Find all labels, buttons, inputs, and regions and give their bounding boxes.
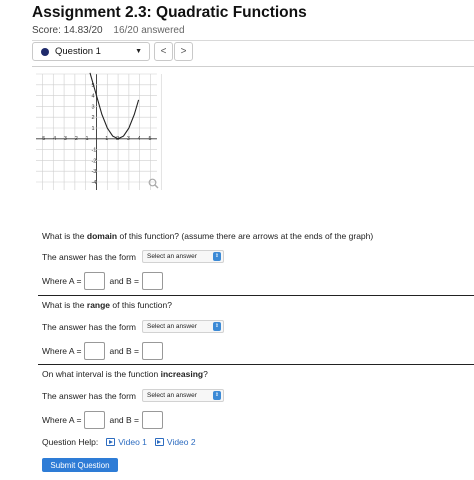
range-form-select-value: Select an answer — [147, 323, 197, 330]
function-graph: -5-4-3-2-11234554321-1-2-3-4-5 — [30, 72, 162, 200]
increasing-b-input[interactable] — [142, 411, 164, 429]
x-tick-label: 5 — [148, 136, 151, 142]
increasing-form-select[interactable]: Select an answer ⇕ — [142, 389, 225, 402]
domain-form-label: The answer has the form — [42, 251, 137, 262]
domain-keyword: domain — [86, 231, 118, 241]
domain-a-input[interactable] — [84, 272, 106, 290]
next-question-button[interactable]: > — [174, 42, 193, 61]
question-divider — [32, 66, 474, 67]
domain-a-label: Where A = — [42, 276, 82, 286]
question-help-label: Question Help: — [42, 437, 99, 447]
select-arrows-icon: ⇕ — [213, 391, 222, 400]
answered-count: 16/20 answered — [113, 25, 185, 36]
y-tick-label: 1 — [91, 126, 94, 132]
x-tick-label: -3 — [62, 136, 67, 142]
increasing-form-row: The answer has the form Select an answer… — [42, 389, 225, 402]
chevron-down-icon: ▼ — [135, 48, 142, 55]
y-tick-label: -4 — [91, 180, 96, 186]
question-select[interactable]: Question 1 ▼ — [32, 42, 150, 61]
increasing-question: On what interval is the function increas… — [42, 369, 208, 379]
increasing-question-post: ? — [203, 369, 208, 379]
x-tick-label: 3 — [127, 136, 130, 142]
increasing-question-pre: On what interval is the function — [42, 369, 161, 379]
video-1-link[interactable]: Video 1 — [106, 437, 147, 447]
x-tick-label: -5 — [40, 136, 45, 142]
increasing-keyword: increasing — [160, 369, 204, 379]
range-a-input[interactable] — [84, 342, 106, 360]
header-divider — [32, 40, 474, 41]
question-help: Question Help: Video 1 Video 2 — [42, 437, 196, 447]
score-line: Score: 14.83/20 16/20 answered — [32, 25, 185, 36]
play-icon — [154, 438, 164, 446]
range-ab-row: Where A = and B = — [42, 342, 164, 360]
x-tick-label: 1 — [105, 136, 108, 142]
domain-ab-row: Where A = and B = — [42, 272, 164, 290]
domain-b-label: and B = — [109, 276, 140, 286]
range-form-row: The answer has the form Select an answer… — [42, 320, 225, 333]
domain-question-pre: What is the — [42, 231, 87, 241]
x-tick-label: -4 — [51, 136, 56, 142]
range-question: What is the range of this function? — [42, 300, 172, 310]
range-form-select[interactable]: Select an answer ⇕ — [142, 320, 225, 333]
question-select-label: Question 1 — [55, 46, 101, 57]
parabola-curve — [89, 72, 140, 140]
increasing-b-label: and B = — [109, 415, 140, 425]
increasing-ab-row: Where A = and B = — [42, 411, 164, 429]
range-b-label: and B = — [109, 346, 140, 356]
increasing-form-select-value: Select an answer — [147, 392, 197, 399]
y-tick-label: -3 — [91, 169, 96, 175]
score-text: Score: 14.83/20 — [32, 25, 103, 36]
graph-svg: -5-4-3-2-11234554321-1-2-3-4-5 — [36, 72, 162, 200]
video-2-link[interactable]: Video 2 — [154, 437, 196, 447]
range-keyword: range — [86, 300, 111, 310]
domain-form-select[interactable]: Select an answer ⇕ — [142, 250, 225, 263]
y-tick-label: -2 — [91, 158, 96, 164]
x-tick-label: -2 — [73, 136, 78, 142]
range-a-label: Where A = — [42, 346, 82, 356]
video-2-label: Video 2 — [166, 437, 196, 447]
x-tick-label: 4 — [138, 136, 141, 142]
range-question-post: of this function? — [110, 300, 172, 310]
increasing-a-input[interactable] — [84, 411, 106, 429]
y-tick-label: 4 — [91, 94, 94, 100]
video-1-label: Video 1 — [118, 437, 147, 447]
y-tick-label: 3 — [91, 104, 94, 110]
range-form-label: The answer has the form — [42, 321, 137, 332]
domain-question: What is the domain of this function? (as… — [42, 231, 373, 241]
question-status-dot — [41, 47, 49, 56]
domain-question-post: of this function? (assume there are arro… — [117, 231, 374, 241]
previous-question-button[interactable]: < — [154, 42, 173, 61]
section-divider — [38, 295, 474, 296]
x-tick-label: -1 — [84, 136, 89, 142]
submit-question-button[interactable]: Submit Question — [42, 458, 118, 472]
y-tick-label: -1 — [91, 148, 96, 154]
range-question-pre: What is the — [42, 300, 87, 310]
domain-b-input[interactable] — [142, 272, 164, 290]
increasing-form-label: The answer has the form — [42, 390, 137, 401]
domain-form-row: The answer has the form Select an answer… — [42, 250, 225, 263]
select-arrows-icon: ⇕ — [213, 322, 222, 331]
increasing-a-label: Where A = — [42, 415, 82, 425]
select-arrows-icon: ⇕ — [213, 252, 222, 261]
play-icon — [106, 438, 116, 446]
assignment-title: Assignment 2.3: Quadratic Functions — [32, 4, 307, 21]
range-b-input[interactable] — [142, 342, 164, 360]
domain-form-select-value: Select an answer — [147, 253, 197, 260]
magnifier-icon[interactable] — [148, 178, 159, 189]
y-tick-label: 2 — [91, 115, 94, 121]
section-divider — [38, 364, 474, 365]
